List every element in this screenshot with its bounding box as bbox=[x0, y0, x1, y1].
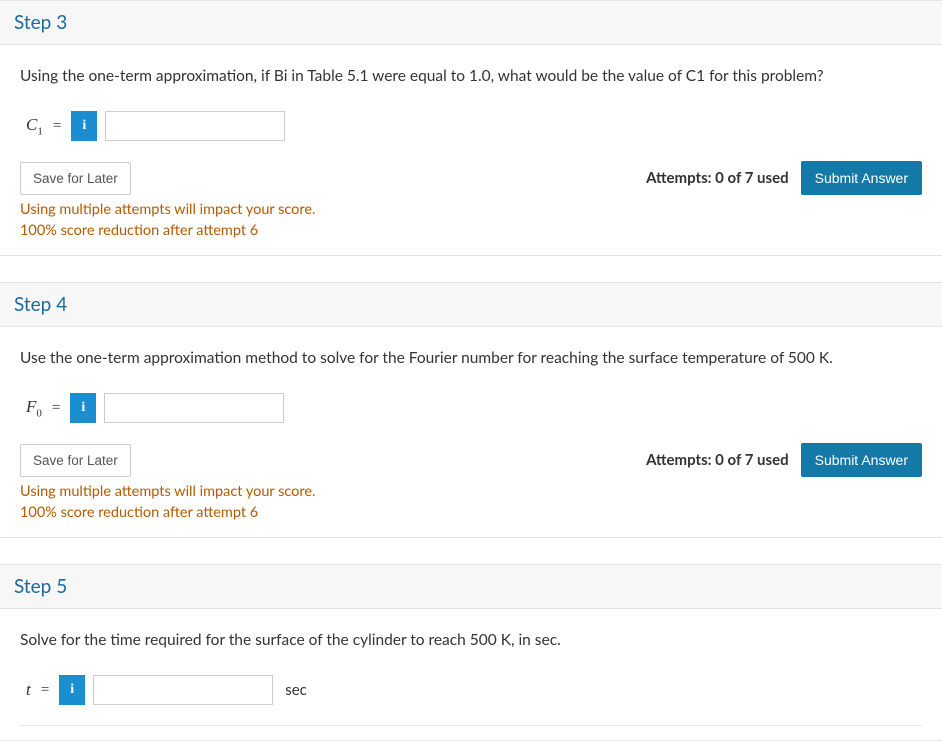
attempts-text: Attempts: 0 of 7 used bbox=[646, 169, 789, 187]
attempts-wrap: Attempts: 0 of 7 used Submit Answer bbox=[646, 161, 922, 195]
save-for-later-button[interactable]: Save for Later bbox=[20, 162, 131, 195]
attempts-wrap: Attempts: 0 of 7 used Submit Answer bbox=[646, 443, 922, 477]
step-title: Step 3 bbox=[14, 11, 928, 34]
question-prompt: Use the one-term approximation method to… bbox=[20, 349, 922, 367]
answer-row: t = i sec bbox=[26, 675, 922, 705]
variable-label: C1 bbox=[26, 115, 43, 137]
step-header: Step 5 bbox=[0, 564, 942, 609]
question-prompt: Solve for the time required for the surf… bbox=[20, 631, 922, 649]
step-header: Step 3 bbox=[0, 0, 942, 45]
info-icon[interactable]: i bbox=[71, 111, 97, 141]
submit-answer-button[interactable]: Submit Answer bbox=[801, 443, 922, 477]
warn-line-1: Using multiple attempts will impact your… bbox=[20, 201, 315, 218]
submit-answer-button[interactable]: Submit Answer bbox=[801, 161, 922, 195]
score-warning: Using multiple attempts will impact your… bbox=[20, 199, 922, 241]
step-body: Using the one-term approximation, if Bi … bbox=[0, 45, 942, 255]
score-warning: Using multiple attempts will impact your… bbox=[20, 481, 922, 523]
step-body: Use the one-term approximation method to… bbox=[0, 327, 942, 537]
variable-label: F0 bbox=[26, 397, 42, 419]
warn-line-2: 100% score reduction after attempt 6 bbox=[20, 504, 258, 521]
step-title: Step 5 bbox=[14, 575, 928, 598]
step-header: Step 4 bbox=[0, 282, 942, 327]
answer-row: C1 = i bbox=[26, 111, 922, 141]
answer-input[interactable] bbox=[105, 111, 285, 141]
save-for-later-button[interactable]: Save for Later bbox=[20, 444, 131, 477]
divider bbox=[20, 725, 922, 726]
info-icon[interactable]: i bbox=[70, 393, 96, 423]
equals-sign: = bbox=[53, 118, 61, 135]
answer-row: F0 = i bbox=[26, 393, 922, 423]
action-row: Save for Later Attempts: 0 of 7 used Sub… bbox=[20, 161, 922, 195]
unit-label: sec bbox=[285, 681, 307, 699]
step-4: Step 4 Use the one-term approximation me… bbox=[0, 282, 942, 538]
variable-label: t bbox=[26, 680, 31, 700]
info-icon[interactable]: i bbox=[59, 675, 85, 705]
equals-sign: = bbox=[41, 682, 49, 699]
answer-input[interactable] bbox=[104, 393, 284, 423]
answer-input[interactable] bbox=[93, 675, 273, 705]
action-row: Save for Later Attempts: 0 of 7 used Sub… bbox=[20, 443, 922, 477]
attempts-text: Attempts: 0 of 7 used bbox=[646, 451, 789, 469]
step-3: Step 3 Using the one-term approximation,… bbox=[0, 0, 942, 256]
step-body: Solve for the time required for the surf… bbox=[0, 609, 942, 740]
question-prompt: Using the one-term approximation, if Bi … bbox=[20, 67, 922, 85]
equals-sign: = bbox=[52, 400, 60, 417]
warn-line-1: Using multiple attempts will impact your… bbox=[20, 483, 315, 500]
warn-line-2: 100% score reduction after attempt 6 bbox=[20, 222, 258, 239]
step-5: Step 5 Solve for the time required for t… bbox=[0, 564, 942, 741]
step-title: Step 4 bbox=[14, 293, 928, 316]
